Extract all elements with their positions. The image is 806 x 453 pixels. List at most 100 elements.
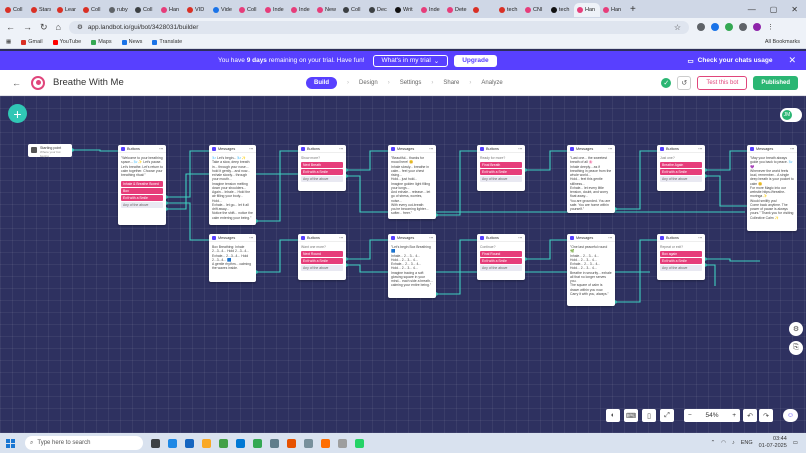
redo-icon[interactable]: ↷ [759,409,773,422]
chevron-up-icon[interactable]: ⌃ [711,440,716,446]
bookmark-item[interactable]: YouTube [52,39,81,45]
block-menu-icon[interactable]: ⋯ [698,235,702,240]
button-option[interactable]: Exit with a Smile [660,169,702,175]
buttons-block[interactable]: Buttons ⋯ "Welcome to your breathing space… [118,145,166,225]
reload-icon[interactable]: ↻ [40,22,48,33]
network-icon[interactable]: ◠ [721,440,726,446]
block-menu-icon[interactable]: ⋯ [159,146,163,151]
connector-line[interactable] [436,150,477,216]
browser-tab[interactable]: Inde [262,3,288,17]
button-option[interactable]: Next Round [301,251,343,257]
bookmark-item[interactable]: News [121,39,142,45]
nav-tab-design[interactable]: Design [359,80,378,86]
browser-tab[interactable]: Han [574,3,600,17]
browser-tab[interactable]: New [314,3,340,17]
taskbar-search[interactable]: ⌕ Type here to search [25,436,143,450]
button-option[interactable]: Box again [660,251,702,257]
browser-tab[interactable]: VID [184,3,210,17]
browser-tab[interactable]: Inde [288,3,314,17]
button-option[interactable]: Exit with a Smile [121,195,163,202]
publish-button[interactable]: Published [753,75,798,90]
block-menu-icon[interactable]: ⋯ [698,146,702,151]
language-indicator[interactable]: ENG [741,440,753,446]
volume-icon[interactable]: ♪ [732,440,735,446]
browser-tab[interactable]: Dete [444,3,470,17]
upgrade-button[interactable]: Upgrade [454,54,497,67]
block-menu-icon[interactable]: ⋯ [339,146,343,151]
button-option[interactable]: Breathe Again [660,162,702,168]
share-icon[interactable]: ⎘ [789,341,803,355]
close-window-icon[interactable]: ✕ [791,5,798,14]
connector-line[interactable] [705,264,716,286]
connector-line[interactable] [615,239,657,303]
new-tab-button[interactable]: + [630,4,636,15]
maximize-icon[interactable]: ▢ [770,5,778,14]
button-option[interactable]: Final Breath [480,162,522,168]
connector-line[interactable] [705,175,747,207]
browser-tab[interactable]: Han [158,3,184,17]
connector-line[interactable] [256,239,298,273]
connector-line[interactable] [525,239,567,260]
browser-tab[interactable]: ruby [106,3,132,17]
store-icon[interactable] [219,438,228,448]
browser-tab[interactable]: Writ [392,3,418,17]
windows-start-icon[interactable] [6,438,15,448]
keyboard-icon[interactable]: ⌨ [624,409,638,422]
any-option[interactable]: Any of the above [660,265,702,271]
bot-name[interactable]: Breathe With Me [53,77,124,88]
minimize-icon[interactable]: — [748,5,756,14]
block-menu-icon[interactable]: ⋯ [429,146,433,151]
bookmark-item[interactable]: Gmail [21,39,43,45]
connector-line[interactable] [346,150,388,171]
extension-icon[interactable] [696,23,705,31]
firefox-icon[interactable] [321,438,330,448]
app-icon[interactable] [304,438,313,448]
site-info-icon[interactable]: ⚙ [77,23,83,31]
close-banner-icon[interactable]: ✕ [788,55,796,66]
browser-tab[interactable]: Coll [340,3,366,17]
browser-tab[interactable]: CNI [522,3,548,17]
test-bot-button[interactable]: Test this bot [697,75,748,90]
browser-tab[interactable]: Coll [132,3,158,17]
block-menu-icon[interactable]: ⋯ [429,235,433,240]
zoom-in-button[interactable]: + [732,412,736,419]
block-menu-icon[interactable]: ⋯ [608,146,612,151]
forward-arrow-icon[interactable]: → [23,22,32,32]
any-option[interactable]: Any of the above [301,176,343,182]
browser-tab[interactable]: tech [496,3,522,17]
connector-line[interactable] [72,149,118,152]
buttons-block[interactable]: Buttons ⋯ Show more? Next Breath Exit with a… [298,145,346,191]
messages-block[interactable]: Messages ⋯ "Last one... the sweetest breat… [567,145,615,213]
check-chats-usage-link[interactable]: ▭ Check your chats usage [688,57,773,65]
messages-block[interactable]: Messages ⋯ "Let's begin Box Breathing 🟦 In… [388,234,436,298]
browser-tab[interactable]: Han [600,3,626,17]
messages-block[interactable]: Messages ⋯ "May your breath always guide y… [747,145,797,231]
nav-tab-analyze[interactable]: Analyze [481,80,502,86]
add-block-button[interactable]: + [8,104,27,123]
edge-icon[interactable] [185,438,194,448]
apps-grid-icon[interactable]: ▦ [6,39,11,45]
any-option[interactable]: Any of the above [121,202,163,209]
any-option[interactable]: Any of the above [301,265,343,271]
browser-tab[interactable]: Coll [2,3,28,17]
notification-icon[interactable]: ▭ [793,440,798,446]
profile-avatar[interactable] [752,23,761,31]
browser-tab[interactable]: Coll [80,3,106,17]
block-menu-icon[interactable]: ⋯ [339,235,343,240]
browser-tab[interactable]: Vide [210,3,236,17]
task-view-icon[interactable] [151,438,160,448]
connector-line[interactable] [615,150,657,210]
browser-tab[interactable]: Coll [236,3,262,17]
bookmark-star-icon[interactable]: ☆ [674,23,681,32]
app-icon[interactable] [338,438,347,448]
all-bookmarks-link[interactable]: All Bookmarks [765,39,800,45]
help-chat-icon[interactable]: ☺ [783,409,798,422]
connector-line[interactable] [525,150,567,171]
button-option[interactable]: Next Breath [301,162,343,168]
buttons-block[interactable]: Buttons ⋯ Continue? Final Round Exit with a … [477,234,525,280]
any-option[interactable]: Any of the above [480,265,522,271]
connector-line[interactable] [436,239,477,295]
button-option[interactable]: Exit with a Smile [660,258,702,264]
block-menu-icon[interactable]: ⋯ [518,235,522,240]
block-menu-icon[interactable]: ⋯ [790,146,794,151]
